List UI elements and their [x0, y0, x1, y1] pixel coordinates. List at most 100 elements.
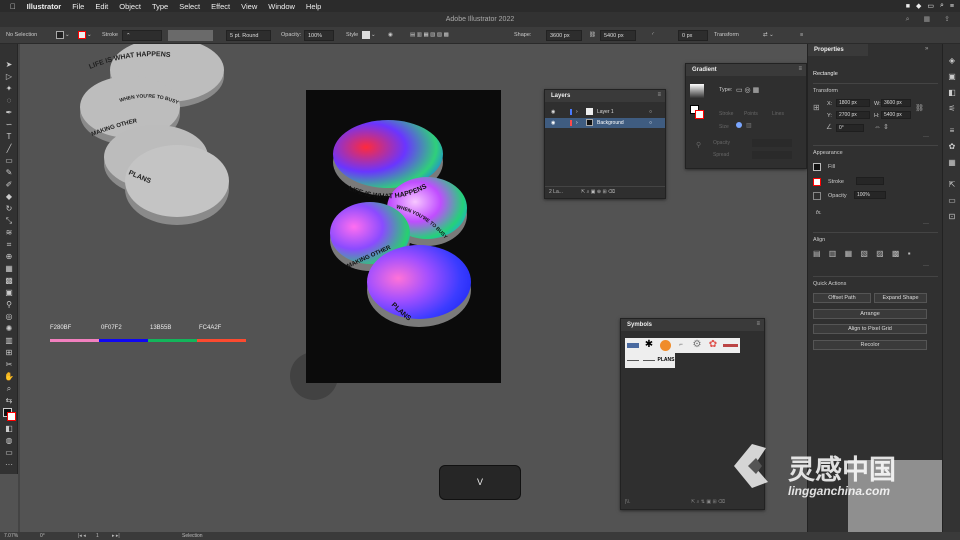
menu-window[interactable]: Window: [268, 2, 295, 11]
corner-radius-field[interactable]: 0 px: [678, 30, 708, 41]
properties-icon[interactable]: ◈: [947, 56, 957, 66]
recolor-button[interactable]: Recolor: [813, 340, 927, 350]
rotate-tool-icon[interactable]: ↻: [4, 204, 14, 214]
layer-row-1[interactable]: ◉ › Layer 1 ○: [545, 107, 665, 117]
layers-footer-icons[interactable]: ⇱ ⌕ ▣ ⊕ ⊞ ⌫: [581, 187, 615, 197]
shape-height-field[interactable]: 5400 px: [600, 30, 636, 41]
eyedropper-tool-icon[interactable]: ⚲: [4, 300, 14, 310]
stroke-label[interactable]: Stroke: [102, 30, 118, 41]
swatch-bar-green[interactable]: [148, 339, 197, 342]
rotate-icon[interactable]: ∠: [826, 123, 832, 131]
artboard[interactable]: LIFE IS WHAT HAPPENS WHEN YOU'RE TO BUSY…: [306, 90, 501, 383]
layers-panel-title[interactable]: Layers: [545, 90, 665, 102]
zoom-level[interactable]: 7.07%: [4, 532, 18, 540]
opacity-label[interactable]: Opacity:: [281, 30, 301, 41]
swatch-bar-blue[interactable]: [99, 339, 148, 342]
stroke-weight-field[interactable]: ⌃: [122, 30, 162, 41]
constrain-proportions-icon[interactable]: ⛓: [915, 104, 924, 112]
search-icon[interactable]: ⌕: [940, 2, 944, 10]
align-icons[interactable]: ▤ ▥ ▦ ▧ ▨ ▩: [410, 30, 449, 41]
symbol-tag[interactable]: [721, 338, 740, 353]
scale-tool-icon[interactable]: ⤡: [4, 216, 14, 226]
menu-help[interactable]: Help: [306, 2, 321, 11]
symbol-rule-1[interactable]: [625, 353, 641, 368]
align-pixel-grid-button[interactable]: Align to Pixel Grid: [813, 324, 927, 334]
gradient-spread-field[interactable]: [752, 151, 792, 159]
menu-app[interactable]: Illustrator: [27, 2, 62, 11]
gradient-type-buttons[interactable]: ▭ ◎ ▦: [736, 86, 759, 94]
expand-icon[interactable]: ›: [576, 118, 578, 128]
expand-shape-button[interactable]: Expand Shape: [874, 293, 927, 303]
swatch-bar-red[interactable]: [197, 339, 246, 342]
shape-width-field[interactable]: 3600 px: [546, 30, 582, 41]
blend-tool-icon[interactable]: ◎: [4, 312, 14, 322]
symbol-splat[interactable]: ✱: [641, 338, 657, 353]
libraries-icon[interactable]: ▣: [947, 72, 957, 82]
symbol-orange[interactable]: [657, 338, 673, 353]
stroke-color-icon[interactable]: [7, 412, 16, 421]
zoom-tool-icon[interactable]: ⌕: [4, 384, 14, 394]
rectangle-tool-icon[interactable]: ▭: [4, 156, 14, 166]
mesh-tool-icon[interactable]: ▩: [4, 276, 14, 286]
shaper-tool-icon[interactable]: ✐: [4, 180, 14, 190]
layers-icon[interactable]: ◧: [947, 88, 957, 98]
magic-wand-tool-icon[interactable]: ✦: [4, 84, 14, 94]
gradient-points-option[interactable]: Points: [744, 111, 758, 117]
eraser-tool-icon[interactable]: ◆: [4, 192, 14, 202]
layer-name[interactable]: Layer 1: [597, 107, 614, 117]
target-icon[interactable]: ○: [649, 107, 652, 117]
layer-row-2[interactable]: ◉ › Background ○: [545, 118, 665, 128]
gradient-lines-option[interactable]: Lines: [772, 111, 784, 117]
menu-file[interactable]: File: [72, 2, 84, 11]
x-field[interactable]: 1800 px: [836, 99, 870, 107]
target-icon[interactable]: ○: [649, 118, 652, 128]
stroke-icon[interactable]: [695, 110, 704, 119]
layer-name[interactable]: Background: [597, 118, 624, 128]
hand-tool-icon[interactable]: ✋: [4, 372, 14, 382]
menu-view[interactable]: View: [241, 2, 257, 11]
w-field[interactable]: 3600 px: [881, 99, 911, 107]
expand-icon[interactable]: ›: [576, 107, 578, 117]
type-tool-icon[interactable]: T: [4, 132, 14, 142]
eyedropper-icon[interactable]: ⚲: [696, 141, 701, 149]
edit-toolbar-icon[interactable]: ···: [4, 460, 14, 470]
symbol-gear[interactable]: ⚙: [689, 338, 705, 353]
align-more-icon[interactable]: ···: [923, 263, 929, 269]
gradient-panel-title[interactable]: Gradient: [686, 64, 806, 76]
symbol-lines[interactable]: ⌐: [673, 338, 689, 353]
properties-title[interactable]: Properties: [808, 44, 868, 56]
export-icon[interactable]: ⇱: [947, 180, 957, 190]
adjust-icon[interactable]: ⚟: [947, 104, 957, 114]
curvature-tool-icon[interactable]: ∽: [4, 120, 14, 130]
share-icon[interactable]: ⇪: [944, 12, 950, 27]
fx-button[interactable]: fx.: [816, 210, 822, 216]
artboard-next-icon[interactable]: ▸ ▸|: [112, 532, 120, 540]
arrange-icon[interactable]: ⇄ ⌄: [763, 30, 774, 41]
color-mode-icon[interactable]: ◧: [4, 424, 14, 434]
link-icon[interactable]: ⛓: [589, 30, 596, 41]
arrange-button[interactable]: Arrange: [813, 309, 927, 319]
properties-collapse-icon[interactable]: »: [925, 46, 928, 52]
menu-effect[interactable]: Effect: [211, 2, 230, 11]
line-tool-icon[interactable]: ╱: [4, 144, 14, 154]
variable-width-profile[interactable]: [168, 30, 213, 41]
stroke-swatch[interactable]: [813, 178, 821, 186]
gradient-swatch[interactable]: [690, 84, 704, 98]
gradient-tool-icon[interactable]: ▣: [4, 288, 14, 298]
gradient-opacity-field[interactable]: [752, 139, 792, 147]
column-graph-tool-icon[interactable]: ▥: [4, 336, 14, 346]
direct-selection-tool-icon[interactable]: ▷: [4, 72, 14, 82]
artboard-artwork[interactable]: LIFE IS WHAT HAPPENS WHEN YOU'RE TO BUSY…: [306, 90, 501, 383]
warp-tool-icon[interactable]: ≋: [4, 228, 14, 238]
align-panel-icon[interactable]: ≡: [947, 126, 957, 136]
lasso-tool-icon[interactable]: ◌: [4, 96, 14, 106]
rotate-view[interactable]: 0°: [40, 532, 45, 540]
grid-icon[interactable]: ▦: [924, 12, 931, 27]
free-transform-tool-icon[interactable]: ⌗: [4, 240, 14, 250]
paintbrush-tool-icon[interactable]: ✎: [4, 168, 14, 178]
apple-icon[interactable]: : [10, 2, 16, 11]
swatch-bar-pink[interactable]: [50, 339, 99, 342]
transform-icon[interactable]: ⊡: [947, 212, 957, 222]
eye-icon[interactable]: ◉: [551, 107, 555, 117]
screen-mode-icon[interactable]: ▭: [4, 448, 14, 458]
